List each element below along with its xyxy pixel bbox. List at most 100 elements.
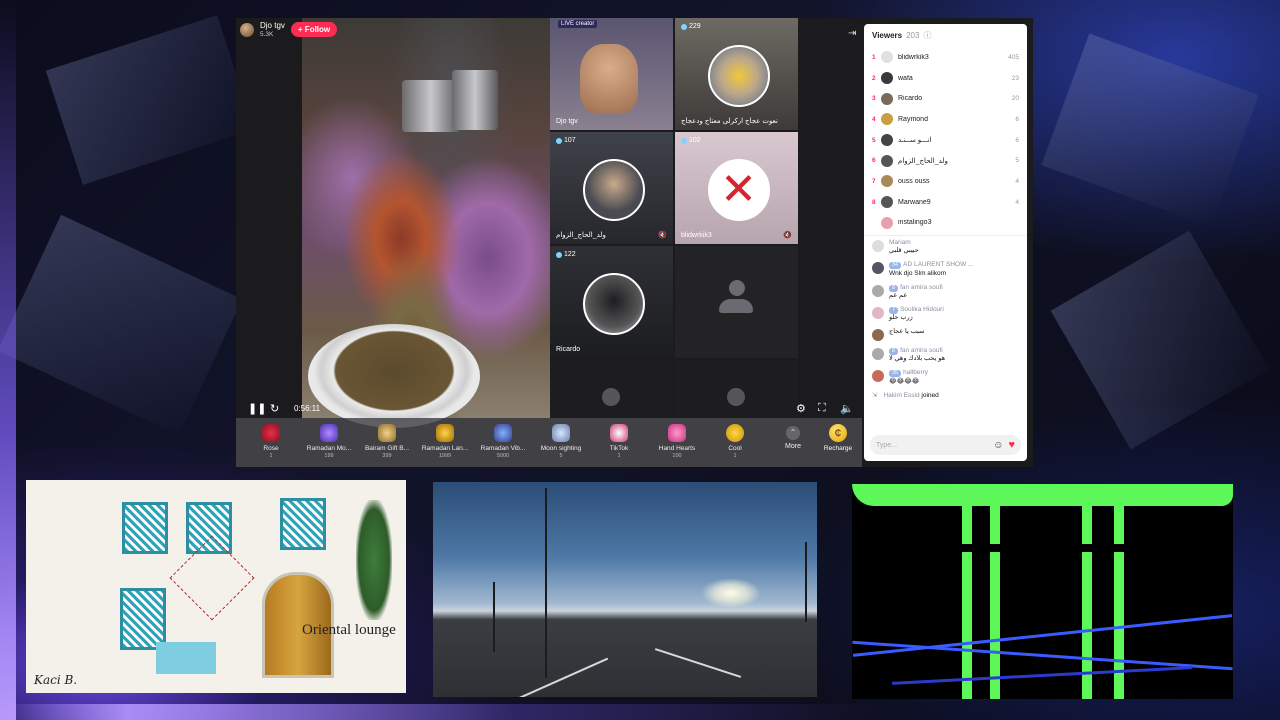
host-name[interactable]: Djo tgv <box>260 21 285 31</box>
frame-glow <box>0 704 1280 720</box>
gift-ramadan-mo[interactable]: Ramadan Mo... 199 <box>300 418 358 459</box>
mute-volume-icon[interactable]: 🔈 <box>840 402 854 415</box>
glitch-bar <box>1114 484 1124 699</box>
tiktok-icon <box>610 424 628 442</box>
viewer-row[interactable]: 2 wafa 23 <box>864 68 1027 89</box>
gift-hand-hearts[interactable]: Hand Hearts 100 <box>648 418 706 459</box>
chevron-up-icon: ⌃ <box>786 426 800 440</box>
guest-avatar <box>582 159 645 221</box>
info-icon[interactable]: ⓘ <box>923 30 931 41</box>
signature: Kaci B. <box>34 673 78 687</box>
chat-message: 34 AD LAURENT SHOW ... Wnk djo Slm alikom <box>864 258 1027 280</box>
chat-avatar[interactable] <box>872 240 884 253</box>
guest-avatar <box>707 45 770 107</box>
bg-shard <box>0 214 243 436</box>
gift-ramadan-lan[interactable]: Ramadan Lan... 1999 <box>416 418 474 459</box>
gift-ramadan-vib[interactable]: Ramadan Vib... 5000 <box>474 418 532 459</box>
guest-grid: LIVE creator Djo tgv 229 نعوت عجاج ارکرل… <box>550 18 798 420</box>
empty-seat-tile[interactable] <box>675 246 798 358</box>
stream-timer: 0:56:11 <box>294 403 321 413</box>
viewer-icon <box>556 137 562 144</box>
guest-tile-label: نعوت عجاج ارکرلی معتاج ودعجاج <box>681 118 778 125</box>
glitch-bar <box>852 484 1233 506</box>
viewer-row[interactable]: 6 ولد_الحاج_الزوام 5 <box>864 150 1027 171</box>
collapse-panel-icon[interactable]: ⇥ <box>848 28 856 39</box>
gift-tiktok[interactable]: TikTok 1 <box>590 418 648 459</box>
empty-seat-icon <box>718 280 755 320</box>
chat-avatar[interactable] <box>872 348 884 361</box>
viewer-row[interactable]: 8 Marwane9 4 <box>864 192 1027 213</box>
glitch-gap <box>852 544 1233 552</box>
chat-message: 8 fan amira soufi عم عم <box>864 281 1027 303</box>
main-video[interactable] <box>302 18 550 428</box>
enter-icon: ⇲ <box>872 391 878 399</box>
guest-tile[interactable]: LIVE creator Djo tgv <box>550 18 673 130</box>
gift-cool[interactable]: Cool 1 <box>706 418 764 459</box>
bairam-gift-icon <box>378 424 396 442</box>
viewer-icon <box>556 251 562 258</box>
emoji-icon[interactable]: ☺ <box>993 440 1003 451</box>
rose-icon <box>262 424 280 442</box>
viewer-count: 107 <box>556 137 576 144</box>
telescope-icon <box>552 424 570 442</box>
mute-icon: 🔇 <box>658 232 667 239</box>
heart-icon[interactable]: ♥ <box>1008 439 1015 451</box>
viewer-row[interactable]: 3 Ricardo 20 <box>864 88 1027 109</box>
window-image <box>120 588 166 650</box>
fullscreen-icon[interactable]: ⛶ <box>818 402 826 415</box>
cart-image <box>156 642 216 674</box>
viewer-icon <box>681 137 687 144</box>
follow-button[interactable]: + Follow <box>290 22 338 38</box>
viewer-row[interactable]: 5 انـــو ســنـد 6 <box>864 130 1027 151</box>
chat-message: 7 Soulika Hidouri زرب حلو <box>864 303 1027 325</box>
pause-icon[interactable]: ❚❚ <box>248 402 266 415</box>
chat-avatar[interactable] <box>872 306 884 319</box>
recharge-button[interactable]: ₵ Recharge <box>815 420 861 452</box>
viewer-row[interactable]: 7 ouss ouss 4 <box>864 171 1027 192</box>
glitch-bar <box>990 484 1000 699</box>
gifts-more-button[interactable]: ⌃ More <box>764 418 822 450</box>
gift-rose[interactable]: Rose 1 <box>242 418 300 459</box>
viewer-row[interactable]: 1 blidwrkik3 405 <box>864 47 1027 68</box>
viewers-panel: Viewers 203 ⓘ 1 blidwrkik3 405 2 wafa 23 3 Ri… <box>864 24 1027 461</box>
chat-avatar[interactable] <box>872 284 884 297</box>
host-avatar[interactable] <box>240 22 254 37</box>
chat-avatar[interactable] <box>872 329 884 342</box>
live-creator-badge: LIVE creator <box>558 20 598 28</box>
viewer-row[interactable]: instalingo3 <box>864 213 1027 234</box>
settings-icon[interactable]: ⚙ <box>796 402 806 415</box>
guest-tile[interactable]: 229 نعوت عجاج ارکرلی معتاج ودعجاج <box>675 18 798 130</box>
viewer-avatar <box>881 196 893 209</box>
blue-light <box>852 640 1233 671</box>
guest-avatar <box>582 273 645 335</box>
cool-emoji-icon <box>726 424 744 442</box>
viewer-count: 122 <box>556 251 576 258</box>
gift-bar: Rose 1 Ramadan Mo... 199 Bairam Gift B... 3… <box>236 418 862 467</box>
pot-image <box>452 70 498 130</box>
sun-image <box>701 578 761 608</box>
frame-glow-left <box>0 0 16 720</box>
join-notice: ⇲ Hakim Essid joined <box>872 391 939 399</box>
guest-tile[interactable]: 102 ✕ blidwrkik3 🔇 <box>675 132 798 244</box>
chat-input[interactable]: Type... ☺ ♥ <box>870 435 1021 455</box>
chat-message: 35 hallberry 😂😂😂😂 <box>864 366 1027 388</box>
chat-input-placeholder: Type... <box>876 441 898 449</box>
gift-bairam[interactable]: Bairam Gift B... 399 <box>358 418 416 459</box>
guest-tile[interactable]: 107 ولد_الحاج_الزوام 🔇 <box>550 132 673 244</box>
guest-tile[interactable]: 122 Ricardo <box>550 246 673 358</box>
hand-hearts-icon <box>668 424 686 442</box>
host-bar: Djo tgv 5.3K + Follow <box>240 21 338 38</box>
refresh-icon[interactable]: ↻ <box>270 402 279 415</box>
viewer-avatar <box>881 134 893 147</box>
viewer-avatar <box>881 154 893 167</box>
chat-avatar[interactable] <box>872 370 884 383</box>
diamond-decoration <box>169 535 255 621</box>
gift-moon-sighting[interactable]: Moon sighting 5 <box>532 418 590 459</box>
bg-shard <box>45 15 255 185</box>
lantern-icon <box>436 424 454 442</box>
viewer-avatar <box>881 175 893 188</box>
glitch-bar <box>1082 484 1092 699</box>
chat-avatar[interactable] <box>872 262 884 275</box>
guest-face <box>580 44 638 114</box>
viewer-row[interactable]: 4 Raymond 6 <box>864 109 1027 130</box>
